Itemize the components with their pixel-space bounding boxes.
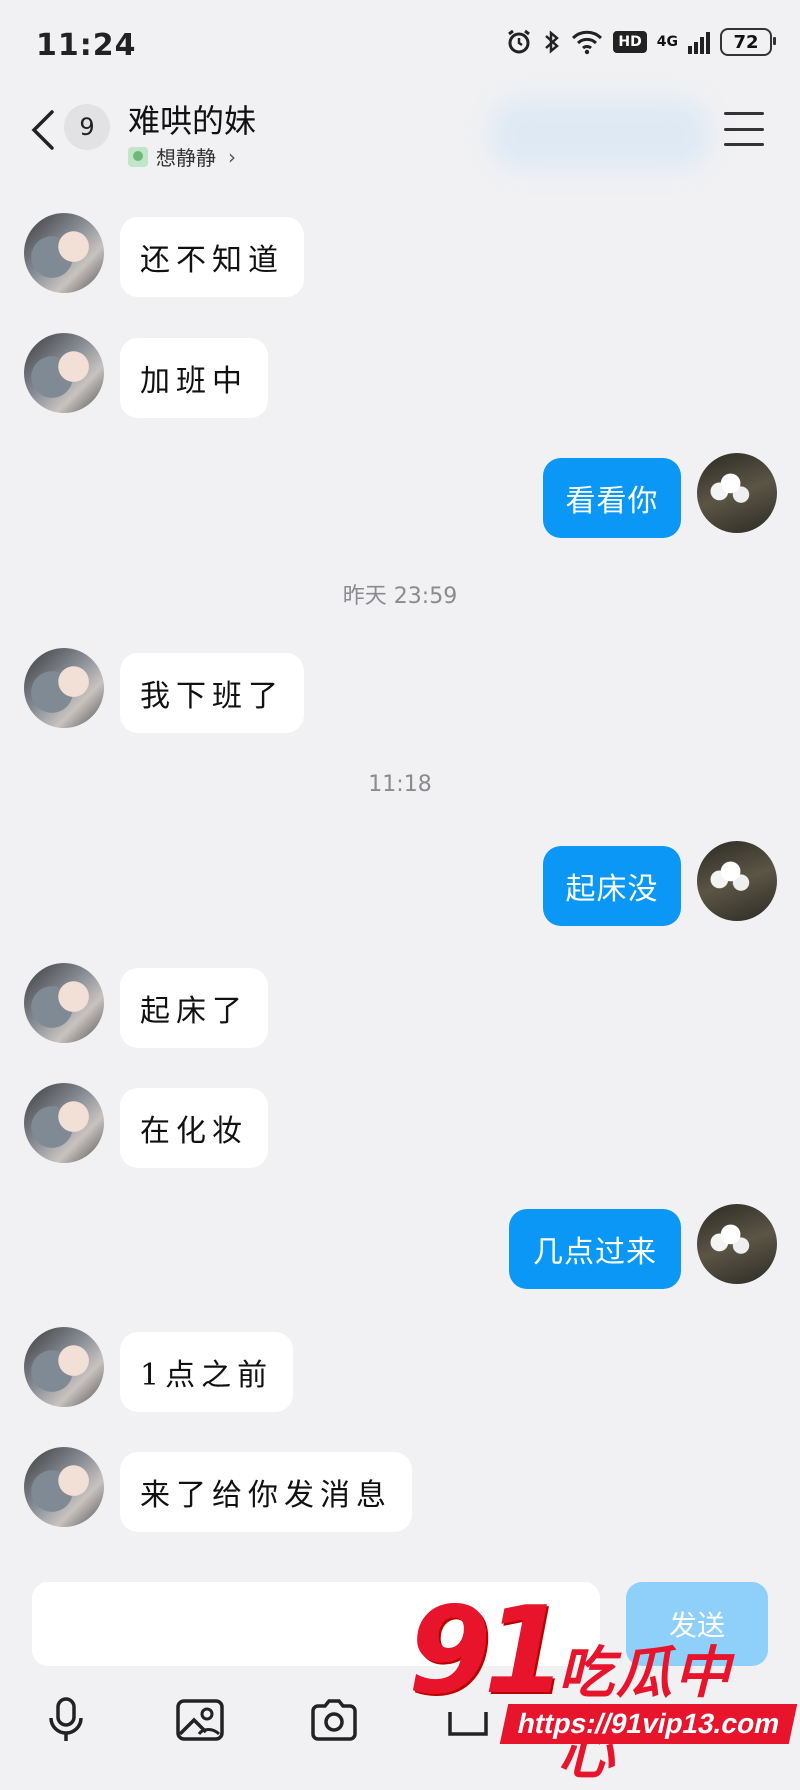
timestamp: 昨天 23:59 xyxy=(342,584,458,609)
composer-toolbar xyxy=(0,1680,800,1760)
menu-button[interactable] xyxy=(724,112,764,146)
battery-icon: 72 xyxy=(720,28,776,56)
contact-avatar[interactable] xyxy=(24,963,104,1043)
contact-avatar[interactable] xyxy=(24,1447,104,1527)
menu-icon-line xyxy=(724,112,764,115)
message-bubble[interactable]: 在化妆 xyxy=(120,1088,268,1168)
status-bar: 11:24 HD 4G 72 xyxy=(0,0,800,90)
wifi-icon xyxy=(571,29,603,55)
status-time: 11:24 xyxy=(36,28,137,63)
contact-avatar[interactable] xyxy=(24,1327,104,1407)
chat-title[interactable]: 难哄的妹 xyxy=(128,96,256,142)
unread-badge[interactable]: 9 xyxy=(64,104,110,150)
hd-badge: HD xyxy=(613,31,647,53)
more-tool-button[interactable] xyxy=(438,1690,498,1750)
my-avatar[interactable] xyxy=(697,453,777,533)
camera-button[interactable] xyxy=(304,1690,364,1750)
bluetooth-icon xyxy=(543,28,561,56)
my-avatar[interactable] xyxy=(697,1204,777,1284)
send-button[interactable]: 发送 xyxy=(626,1582,768,1666)
my-avatar[interactable] xyxy=(697,841,777,921)
message-bubble[interactable]: 看看你 xyxy=(543,458,681,538)
message-bubble[interactable]: 起床了 xyxy=(120,968,268,1048)
back-button[interactable] xyxy=(26,108,66,152)
battery-level: 72 xyxy=(733,31,759,53)
contact-avatar[interactable] xyxy=(24,213,104,293)
network-type: 4G xyxy=(656,34,678,50)
message-input[interactable] xyxy=(32,1582,600,1666)
chevron-right-icon: › xyxy=(228,144,236,169)
contact-avatar[interactable] xyxy=(24,648,104,728)
menu-icon-line xyxy=(724,143,764,146)
message-bubble[interactable]: 来了给你发消息 xyxy=(120,1452,412,1532)
voice-button[interactable] xyxy=(36,1690,96,1750)
alarm-icon xyxy=(505,28,533,56)
message-bubble[interactable]: 起床没 xyxy=(543,846,681,926)
status-icons: HD 4G 72 xyxy=(505,28,776,56)
message-bubble[interactable]: 几点过来 xyxy=(509,1209,681,1289)
blurred-area xyxy=(490,98,710,170)
contact-avatar[interactable] xyxy=(24,1083,104,1163)
message-bubble[interactable]: 加班中 xyxy=(120,338,268,418)
status-plant-icon xyxy=(128,146,148,167)
menu-icon-line xyxy=(724,127,764,131)
image-icon xyxy=(176,1699,224,1741)
contact-avatar[interactable] xyxy=(24,333,104,413)
gallery-button[interactable] xyxy=(170,1690,230,1750)
message-bubble[interactable]: 还不知道 xyxy=(120,217,304,297)
camera-icon xyxy=(311,1699,357,1741)
microphone-icon xyxy=(49,1697,83,1741)
subtitle-text: 想静静 xyxy=(156,146,216,170)
composer: 发送 xyxy=(0,1570,800,1765)
chat-subtitle[interactable]: 想静静 › xyxy=(128,142,236,171)
chat-header: 9 难哄的妹 想静静 › xyxy=(0,90,800,180)
message-bubble[interactable]: 我下班了 xyxy=(120,653,304,733)
timestamp: 11:18 xyxy=(368,772,432,797)
chevron-left-icon xyxy=(31,110,54,150)
folder-icon xyxy=(448,1712,488,1736)
signal-icon xyxy=(688,30,710,54)
message-bubble[interactable]: 1点之前 xyxy=(120,1332,294,1412)
